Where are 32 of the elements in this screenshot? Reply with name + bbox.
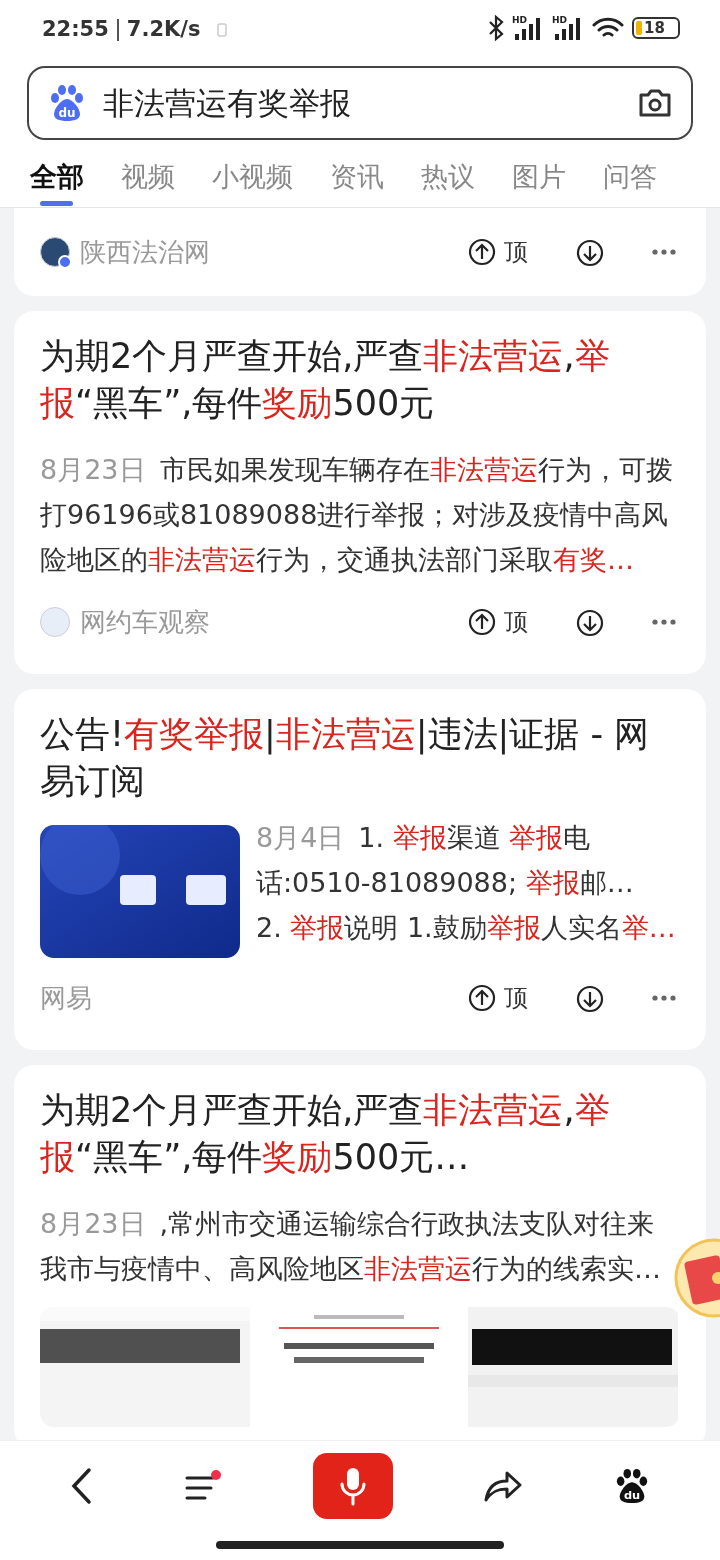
result-title[interactable]: 为期2个月严查开始,严查非法营运,举报“黑车”,每件奖励500元…	[40, 1087, 680, 1181]
more-icon[interactable]	[652, 249, 676, 255]
result-snippet: 8月23日 市民如果发现车辆存在非法营运行为，可拨打96196或81089088进行举报；对涉及疫情中高风险地区的非法营运行为，交通执法部门采取有奖…	[40, 453, 674, 577]
clock-time: 22:55	[42, 16, 109, 43]
bluetooth-icon	[488, 15, 504, 41]
upvote-button[interactable]: 顶	[468, 980, 528, 1016]
microphone-icon	[340, 1465, 366, 1506]
result-snippet: 8月23日 ,常州市交通运输综合行政执法支队对往来我市与疫情中、高风险地区非法营运行为的线索实…	[40, 1207, 662, 1286]
back-icon[interactable]	[69, 1466, 93, 1505]
voice-search-button[interactable]	[313, 1452, 393, 1519]
up-arrow-circle-icon	[468, 238, 496, 266]
more-icon[interactable]	[652, 995, 676, 1001]
notification-icon	[216, 22, 227, 37]
up-arrow-circle-icon	[468, 608, 496, 636]
search-query[interactable]: 非法营运有奖举报	[103, 79, 621, 127]
source-logo-icon	[40, 607, 70, 637]
result-title[interactable]: 为期2个月严查开始,严查非法营运,举报“黑车”,每件奖励500元	[40, 333, 680, 427]
battery-icon: 18	[632, 17, 680, 39]
verified-logo-icon	[40, 237, 70, 267]
down-arrow-circle-icon	[576, 985, 604, 1013]
down-arrow-circle-icon	[576, 609, 604, 637]
upvote-button[interactable]: 顶	[468, 604, 528, 640]
up-arrow-circle-icon	[468, 984, 496, 1012]
search-field[interactable]: du 非法营运有奖举报	[27, 66, 693, 140]
result-title[interactable]: 公告!有奖举报|非法营运|违法|证据 - 网易订阅	[40, 711, 680, 805]
result-snippet: 2. 举报说明 1.鼓励举报人实名举…	[256, 911, 677, 945]
more-icon[interactable]	[652, 619, 676, 625]
upvote-button[interactable]: 顶	[468, 234, 528, 270]
result-snippet: 8月4日 1. 举报渠道 举报电话:0510-81089088; 举报邮…	[256, 821, 635, 900]
down-arrow-circle-icon	[576, 239, 604, 267]
network-speed: 7.2K/s	[126, 16, 201, 43]
camera-icon[interactable]	[637, 87, 673, 119]
